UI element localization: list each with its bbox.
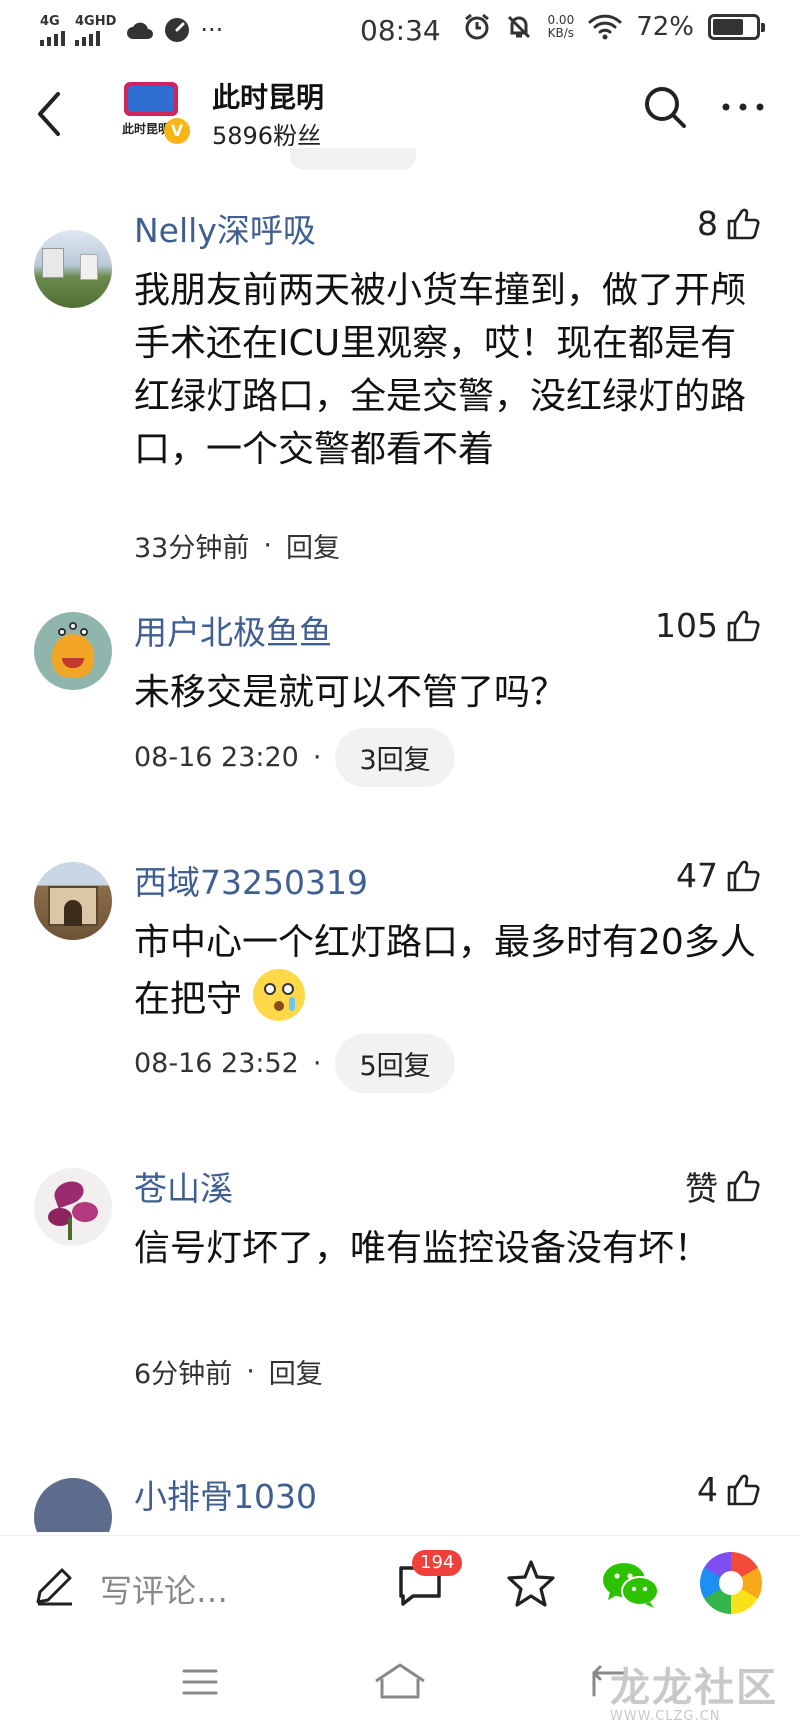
comment-input-placeholder[interactable]: 写评论… <box>100 1566 228 1612</box>
comment-username[interactable]: 西域73250319 <box>134 856 368 904</box>
like-count: 8 <box>697 204 718 243</box>
comment-text: 未移交是就可以不管了吗？ <box>134 672 567 713</box>
thumbs-up-icon <box>727 860 760 891</box>
net-speed-unit: KB/s <box>547 26 575 40</box>
search-icon[interactable] <box>640 82 690 132</box>
comment-text: 我朋友前两天被小货车撞到，做了开颅手术还在ICU里观察，哎！现在都是有红绿灯路口… <box>134 270 747 470</box>
like-button[interactable]: 8 <box>697 204 760 243</box>
logo-tile-inner <box>128 86 174 112</box>
net-speed: 0.00 KB/s <box>547 14 574 39</box>
account-name[interactable]: 此时昆明 <box>212 76 324 116</box>
replies-button[interactable]: 3回复 <box>335 728 455 787</box>
comment-time: 6分钟前 <box>134 1359 233 1390</box>
status-bar: 4G 4GHD ··· 08:34 0.00 KB/s 72% <box>0 0 800 60</box>
system-nav-bar: 龙龙社区 WWW.CLZG.CN <box>0 1635 800 1733</box>
reply-button[interactable]: 回复 <box>286 526 340 565</box>
meta-separator: · <box>263 530 272 561</box>
replies-button[interactable]: 5回复 <box>335 1034 455 1093</box>
like-count: 赞 <box>685 1169 718 1208</box>
like-count: 105 <box>655 606 718 645</box>
thumbs-up-icon <box>727 1170 760 1202</box>
account-fans: 5896粉丝 <box>212 122 322 150</box>
avatar[interactable] <box>34 1168 112 1246</box>
meta-separator: · <box>312 742 322 773</box>
avatar[interactable] <box>34 862 112 940</box>
comment-text-content: 市中心一个红灯路口，最多时有20多人在把守 <box>134 922 756 1020</box>
comment-meta: 33分钟前 · 回复 <box>134 526 340 565</box>
pencil-icon[interactable] <box>32 1564 76 1608</box>
home-icon[interactable] <box>372 1659 428 1703</box>
battery-percent: 72% <box>636 12 694 42</box>
gauge-icon <box>165 18 190 42</box>
mute-bell-icon <box>508 15 531 39</box>
alarm-icon <box>465 13 490 40</box>
sim1-signal: 4G <box>40 15 65 46</box>
account-logo[interactable]: 此时昆明 V <box>120 78 192 150</box>
comment-input-bar: 写评论… 194 <box>0 1535 800 1635</box>
back-arrow-icon[interactable] <box>28 84 68 144</box>
avatar[interactable] <box>34 1478 112 1532</box>
watermark-site: WWW.CLZG.CN <box>610 1709 721 1724</box>
comment-meta: 08-16 23:20 · 3回复 <box>134 728 455 787</box>
meta-separator: · <box>246 1356 255 1387</box>
comment-meta: 08-16 23:52 · 5回复 <box>134 1034 455 1093</box>
cloud-icon <box>127 22 154 39</box>
star-icon[interactable] <box>505 1558 557 1610</box>
comment-meta: 6分钟前 · 回复 <box>134 1352 323 1391</box>
sim2-label: 4GHD <box>75 13 117 29</box>
meta-separator: · <box>312 1048 322 1079</box>
comment-text: 市中心一个红灯路口，最多时有20多人在把守 <box>134 916 764 1026</box>
more-icon[interactable] <box>718 82 768 132</box>
verified-badge: V <box>164 118 190 144</box>
like-count: 4 <box>697 1470 718 1509</box>
logo-text: 此时昆明 <box>122 122 171 136</box>
sim1-label: 4G <box>40 13 60 29</box>
status-more-indicator: ··· <box>200 16 224 44</box>
like-button[interactable]: 赞 <box>685 1162 760 1210</box>
collapsed-reply-pill <box>290 148 416 170</box>
like-button[interactable]: 105 <box>655 606 760 645</box>
menu-icon[interactable] <box>180 1665 220 1699</box>
like-button[interactable]: 47 <box>676 856 760 895</box>
wifi-icon <box>588 14 622 40</box>
comment-time: 08-16 23:52 <box>134 1048 299 1079</box>
comment-time: 08-16 23:20 <box>134 742 299 773</box>
comment-username[interactable]: 小排骨1030 <box>134 1470 317 1518</box>
avatar[interactable] <box>34 612 112 690</box>
site-watermark: 龙龙社区 WWW.CLZG.CN <box>610 1655 778 1724</box>
battery-fill <box>713 19 744 35</box>
battery-icon <box>708 14 765 40</box>
moments-icon[interactable] <box>700 1552 762 1614</box>
comment-username[interactable]: Nelly深呼吸 <box>134 204 316 252</box>
comment-text: 信号灯坏了，唯有监控设备没有坏！ <box>134 1228 711 1269</box>
avatar[interactable] <box>34 230 112 308</box>
shocked-crying-emoji-icon <box>253 969 306 1021</box>
comment-username[interactable]: 用户北极鱼鱼 <box>134 606 332 654</box>
like-count: 47 <box>676 856 718 895</box>
reply-button[interactable]: 回复 <box>269 1352 323 1391</box>
wechat-icon[interactable] <box>600 1558 662 1612</box>
sim2-signal: 4GHD <box>75 15 116 46</box>
thumbs-up-icon <box>727 610 760 641</box>
comment-username[interactable]: 苍山溪 <box>134 1162 233 1210</box>
comment-list: Nelly深呼吸 8 我朋友前两天被小货车撞到，做了开颅手术还在ICU里观察，哎… <box>0 170 800 1532</box>
thumbs-up-icon <box>727 1474 760 1505</box>
thumbs-up-icon <box>727 208 760 239</box>
comment-time: 33分钟前 <box>134 533 250 564</box>
comment-count-badge: 194 <box>412 1550 463 1576</box>
watermark-text: 龙龙社区 <box>610 1664 778 1711</box>
like-button[interactable]: 4 <box>697 1470 760 1509</box>
status-time: 08:34 <box>360 14 441 47</box>
